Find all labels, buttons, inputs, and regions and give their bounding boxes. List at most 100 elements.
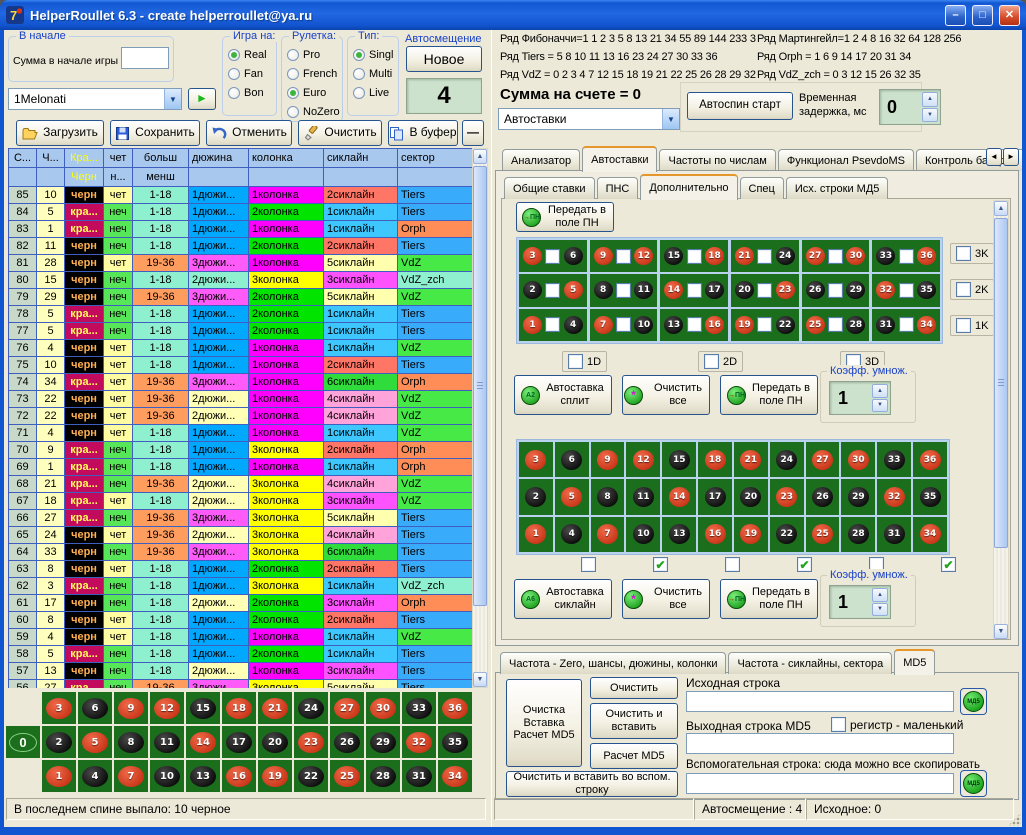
- split-checkbox[interactable]: [545, 317, 560, 332]
- number-chip-36[interactable]: 36: [917, 247, 936, 265]
- number-chip-11[interactable]: 11: [634, 281, 653, 299]
- dozen-check-1d[interactable]: 1D: [562, 351, 607, 372]
- split-checkbox[interactable]: [757, 317, 772, 332]
- tab-автоставки[interactable]: Автоставки: [582, 146, 657, 172]
- number-chip-9[interactable]: 9: [594, 247, 613, 265]
- tab-анализатор[interactable]: Анализатор: [502, 149, 580, 171]
- split-checkbox[interactable]: [899, 317, 914, 332]
- board-cell-32[interactable]: 32: [402, 726, 436, 758]
- sixline-cell[interactable]: 30: [841, 442, 875, 477]
- sixline-cell[interactable]: 27: [806, 442, 840, 477]
- checkbox[interactable]: [704, 354, 719, 369]
- sixline-cell[interactable]: 13: [662, 517, 696, 552]
- subtab-общие-ставки[interactable]: Общие ставки: [504, 177, 595, 199]
- md5-calc-button[interactable]: Расчет MD5: [590, 743, 678, 769]
- split-checkbox[interactable]: [545, 283, 560, 298]
- spin-up-icon[interactable]: ▲: [872, 588, 888, 602]
- sixline-cell[interactable]: 5: [555, 479, 589, 514]
- sixline-cell[interactable]: 33: [877, 442, 911, 477]
- toolbar-button-brush[interactable]: Очистить: [298, 120, 382, 146]
- radio-multi[interactable]: Multi: [353, 68, 392, 80]
- sixline-cell[interactable]: 2: [519, 479, 553, 514]
- board-cell-6[interactable]: 6: [78, 692, 112, 724]
- checkbox[interactable]: [956, 246, 971, 261]
- number-chip-22[interactable]: 22: [776, 316, 795, 334]
- sixline-cell[interactable]: 4: [555, 517, 589, 552]
- sixline-cell[interactable]: 23: [770, 479, 804, 514]
- board-cell-zero[interactable]: 0: [6, 726, 40, 758]
- radio-pro[interactable]: Pro: [287, 49, 320, 61]
- board-cell-22[interactable]: 22: [294, 760, 328, 792]
- number-chip-13[interactable]: 13: [664, 316, 683, 334]
- number-chip-25[interactable]: 25: [806, 316, 825, 334]
- toolbar-button-copy[interactable]: В буфер: [388, 120, 458, 146]
- number-chip-14[interactable]: 14: [664, 281, 683, 299]
- split-checkbox[interactable]: [757, 249, 772, 264]
- number-chip-10[interactable]: 10: [634, 316, 653, 334]
- action-button-autobet[interactable]: A6Автоставка сиклайн: [514, 579, 612, 619]
- sixline-cell[interactable]: 35: [913, 479, 947, 514]
- sixline-cell[interactable]: 36: [913, 442, 947, 477]
- split-checkbox[interactable]: [616, 283, 631, 298]
- number-chip-24[interactable]: 24: [776, 247, 795, 265]
- board-cell-10[interactable]: 10: [150, 760, 184, 792]
- minimize-button[interactable]: –: [945, 5, 966, 26]
- sixline-checkbox[interactable]: [581, 557, 596, 572]
- spin-up-icon[interactable]: ▲: [922, 92, 938, 107]
- sixline-cell[interactable]: 25: [806, 517, 840, 552]
- radio-real[interactable]: Real: [228, 49, 267, 61]
- board-cell-16[interactable]: 16: [222, 760, 256, 792]
- action-button-autobet[interactable]: A2Автоставка сплит: [514, 375, 612, 415]
- number-chip-15[interactable]: 15: [664, 247, 683, 265]
- split-checkbox[interactable]: [828, 249, 843, 264]
- board-cell-12[interactable]: 12: [150, 692, 184, 724]
- md5-output-input[interactable]: [686, 733, 954, 754]
- sixline-checkbox[interactable]: [797, 557, 812, 572]
- board-cell-7[interactable]: 7: [114, 760, 148, 792]
- transfer-top-button[interactable]: →ПН Передать в поле ПН: [516, 202, 614, 232]
- spin-down-icon[interactable]: ▼: [872, 603, 888, 617]
- number-chip-5[interactable]: 5: [564, 281, 583, 299]
- subtab-спец[interactable]: Спец: [740, 177, 784, 199]
- bottom-tab-частота-zero-шансы-дюжины-колонки[interactable]: Частота - Zero, шансы, дюжины, колонки: [500, 652, 726, 674]
- close-button[interactable]: ✕: [999, 5, 1020, 26]
- scrollbar-thumb[interactable]: [473, 166, 487, 606]
- board-cell-25[interactable]: 25: [330, 760, 364, 792]
- split-checkbox[interactable]: [616, 249, 631, 264]
- sixline-cell[interactable]: 20: [734, 479, 768, 514]
- number-chip-4[interactable]: 4: [564, 316, 583, 334]
- checkbox[interactable]: [956, 282, 971, 297]
- radio-bon[interactable]: Bon: [228, 87, 264, 99]
- spin-down-icon[interactable]: ▼: [872, 399, 888, 413]
- board-cell-28[interactable]: 28: [366, 760, 400, 792]
- tab-scroll-left-button[interactable]: ◄: [986, 148, 1002, 166]
- autospin-start-button[interactable]: Автоспин старт: [687, 92, 793, 120]
- board-cell-13[interactable]: 13: [186, 760, 220, 792]
- subtab-пнс[interactable]: ПНС: [597, 177, 639, 199]
- number-chip-12[interactable]: 12: [634, 247, 653, 265]
- dozen-check-2d[interactable]: 2D: [698, 351, 743, 372]
- sixline-cell[interactable]: 3: [519, 442, 553, 477]
- board-cell-11[interactable]: 11: [150, 726, 184, 758]
- tab-функционал-psevdoms[interactable]: Функционал PsevdoMS: [778, 149, 914, 171]
- number-chip-28[interactable]: 28: [846, 316, 865, 334]
- number-chip-19[interactable]: 19: [735, 316, 754, 334]
- board-cell-18[interactable]: 18: [222, 692, 256, 724]
- scroll-down-icon[interactable]: ▼: [994, 624, 1008, 639]
- panel-scrollbar[interactable]: ▲ ▼: [993, 200, 1009, 640]
- play-button[interactable]: ►: [188, 88, 216, 110]
- radio-fan[interactable]: Fan: [228, 68, 263, 80]
- number-chip-8[interactable]: 8: [594, 281, 613, 299]
- split-checkbox[interactable]: [616, 317, 631, 332]
- sixline-cell[interactable]: 1: [519, 517, 553, 552]
- board-cell-17[interactable]: 17: [222, 726, 256, 758]
- register-checkbox-group[interactable]: регистр - маленький: [826, 715, 968, 734]
- split-checkbox[interactable]: [687, 317, 702, 332]
- toolbar-button-undo[interactable]: Отменить: [206, 120, 292, 146]
- sixline-cell[interactable]: 26: [806, 479, 840, 514]
- md5-big-button[interactable]: Очистка Вставка Расчет MD5: [506, 679, 582, 767]
- number-chip-31[interactable]: 31: [876, 316, 895, 334]
- split-checkbox[interactable]: [899, 283, 914, 298]
- sixline-cell[interactable]: 22: [770, 517, 804, 552]
- board-cell-29[interactable]: 29: [366, 726, 400, 758]
